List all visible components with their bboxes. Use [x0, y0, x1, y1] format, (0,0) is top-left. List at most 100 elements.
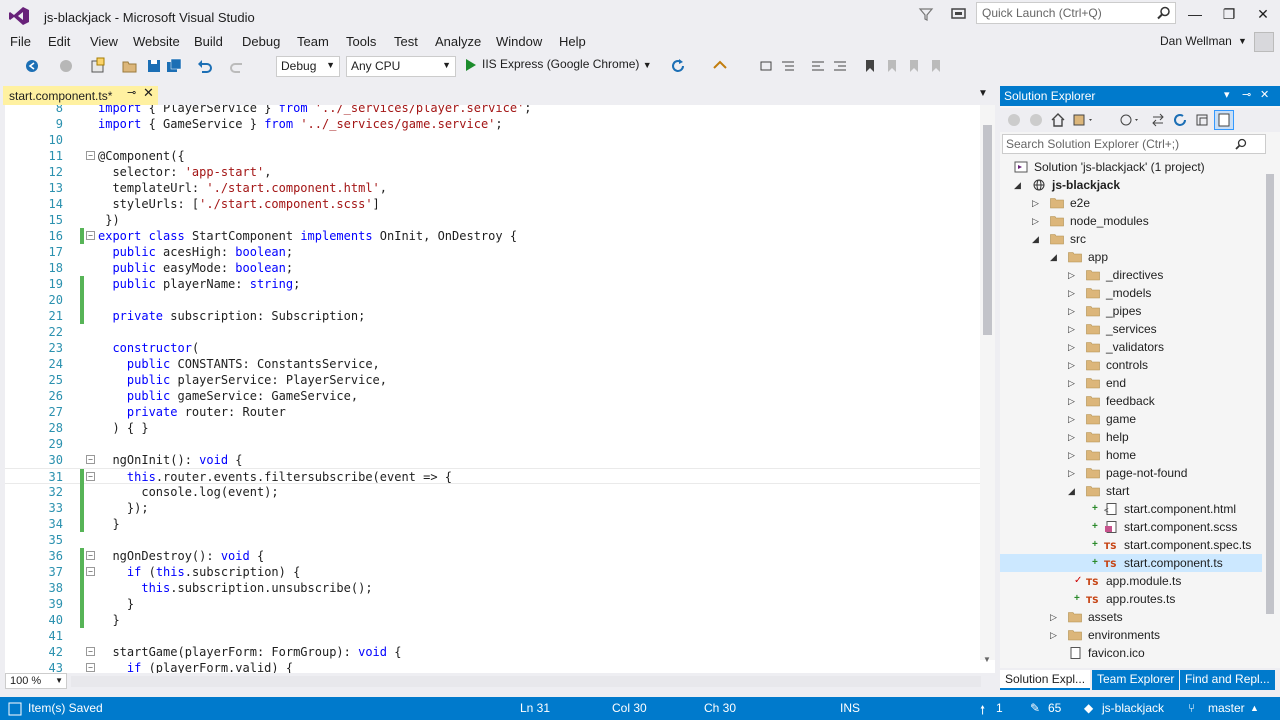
- maximize-button[interactable]: ❐: [1214, 4, 1244, 24]
- code-line[interactable]: 22: [5, 324, 980, 340]
- collapse-icon[interactable]: −: [86, 663, 95, 672]
- collapse-icon[interactable]: −: [86, 647, 95, 656]
- bookmark-prev-icon[interactable]: [884, 56, 900, 76]
- switch-views-icon[interactable]: [1072, 112, 1096, 128]
- expand-arrow-icon[interactable]: ▷: [1050, 608, 1060, 626]
- pending-changes-count[interactable]: 65: [1048, 701, 1061, 715]
- forward-icon[interactable]: [58, 56, 74, 76]
- menu-help[interactable]: Help: [559, 34, 586, 49]
- code-line[interactable]: 39 }: [5, 596, 980, 612]
- expand-arrow-icon[interactable]: ▷: [1032, 194, 1042, 212]
- pencil-icon[interactable]: ✎: [1030, 701, 1040, 715]
- menu-edit[interactable]: Edit: [48, 34, 70, 49]
- tree-item[interactable]: ▷ home: [1000, 446, 1262, 464]
- code-line[interactable]: 36 − ngOnDestroy(): void {: [5, 548, 980, 564]
- insert-mode[interactable]: INS: [840, 701, 860, 715]
- tree-item[interactable]: ▷ assets: [1000, 608, 1262, 626]
- collapse-icon[interactable]: −: [86, 455, 95, 464]
- code-line[interactable]: 18 public easyMode: boolean;: [5, 260, 980, 276]
- step-icon[interactable]: [758, 56, 774, 76]
- chevron-down-icon[interactable]: ▼: [1238, 36, 1247, 46]
- undo-icon[interactable]: [196, 56, 212, 76]
- publish-up-arrow-icon[interactable]: 🠕: [980, 701, 985, 720]
- editor-vertical-scrollbar[interactable]: ⇳ ▼: [980, 105, 995, 664]
- code-line[interactable]: 32 console.log(event);: [5, 484, 980, 500]
- code-line[interactable]: 35: [5, 532, 980, 548]
- tree-item[interactable]: + < start.component.html: [1000, 500, 1262, 518]
- collapse-icon[interactable]: −: [86, 151, 95, 160]
- bookmark-icon[interactable]: [862, 56, 878, 76]
- tree-item[interactable]: ▷ page-not-found: [1000, 464, 1262, 482]
- expand-arrow-icon[interactable]: ▷: [1068, 428, 1078, 446]
- code-line[interactable]: 43 − if (playerForm.valid) {: [5, 660, 980, 673]
- new-project-icon[interactable]: [90, 56, 106, 76]
- menu-website[interactable]: Website: [133, 34, 180, 49]
- tree-item[interactable]: ▷ controls: [1000, 356, 1262, 374]
- expand-arrow-icon[interactable]: ▷: [1068, 410, 1078, 428]
- collapse-icon[interactable]: −: [86, 567, 95, 576]
- tree-item[interactable]: + TS app.routes.ts: [1000, 590, 1262, 608]
- close-icon[interactable]: ✕: [1260, 88, 1269, 101]
- tree-item[interactable]: ▷ e2e: [1000, 194, 1262, 212]
- bookmark-clear-icon[interactable]: [928, 56, 944, 76]
- open-file-icon[interactable]: [122, 56, 138, 76]
- collapse-all-icon[interactable]: [1194, 112, 1210, 128]
- tree-item[interactable]: ▷ _services: [1000, 320, 1262, 338]
- tree-item[interactable]: ▷ environments: [1000, 626, 1262, 644]
- branch-icon[interactable]: ⑂: [1188, 701, 1195, 715]
- expand-arrow-icon[interactable]: ▷: [1068, 392, 1078, 410]
- tree-item[interactable]: ▷ end: [1000, 374, 1262, 392]
- expand-arrow-icon[interactable]: ▷: [1068, 320, 1078, 338]
- code-line[interactable]: 10: [5, 132, 980, 148]
- editor-horizontal-scrollbar[interactable]: [71, 676, 981, 687]
- tree-item[interactable]: ▷ feedback: [1000, 392, 1262, 410]
- expand-arrow-icon[interactable]: ▷: [1068, 266, 1078, 284]
- collapse-arrow-icon[interactable]: ◢: [1032, 230, 1042, 248]
- tree-item[interactable]: ▷ node_modules: [1000, 212, 1262, 230]
- menu-test[interactable]: Test: [394, 34, 418, 49]
- menu-tools[interactable]: Tools: [346, 34, 376, 49]
- back-icon[interactable]: [24, 56, 40, 76]
- pin-icon[interactable]: ⊸: [127, 86, 136, 99]
- code-line[interactable]: 23 constructor(: [5, 340, 980, 356]
- collapse-icon[interactable]: −: [86, 472, 95, 481]
- tree-item[interactable]: ▷ _pipes: [1000, 302, 1262, 320]
- tree-item[interactable]: + TS start.component.ts: [1000, 554, 1262, 572]
- forward-icon[interactable]: [1028, 112, 1044, 128]
- scrollbar-thumb[interactable]: [1266, 174, 1274, 614]
- tree-item[interactable]: favicon.ico: [1000, 644, 1262, 662]
- collapse-icon[interactable]: −: [86, 231, 95, 240]
- tab-solution-explorer[interactable]: Solution Expl...: [1000, 670, 1091, 690]
- code-editor[interactable]: 8 import { PlayerService } from '../_serv…: [5, 105, 995, 673]
- code-line[interactable]: 24 public CONSTANTS: ConstantsService,: [5, 356, 980, 372]
- repository-name[interactable]: js-blackjack: [1102, 701, 1164, 715]
- tree-item[interactable]: Solution 'js-blackjack' (1 project): [1000, 158, 1262, 176]
- code-line[interactable]: 38 this.subscription.unsubscribe();: [5, 580, 980, 596]
- code-line[interactable]: 16 − export class StartComponent implement…: [5, 228, 980, 244]
- platform-select[interactable]: Any CPU ▼: [346, 56, 456, 77]
- user-name[interactable]: Dan Wellman: [1160, 34, 1232, 48]
- filter-icon[interactable]: [918, 6, 934, 22]
- tree-item[interactable]: ◢ src: [1000, 230, 1262, 248]
- scrollbar-thumb[interactable]: [983, 125, 992, 335]
- close-button[interactable]: ✕: [1248, 4, 1278, 24]
- tree-item[interactable]: + start.component.scss: [1000, 518, 1262, 536]
- configuration-select[interactable]: Debug ▼: [276, 56, 340, 77]
- browser-link-icon[interactable]: [712, 56, 728, 76]
- code-line[interactable]: 11 − @Component({: [5, 148, 980, 164]
- repo-icon[interactable]: ◆: [1084, 701, 1093, 715]
- redo-icon[interactable]: [230, 56, 246, 76]
- tab-overflow-icon[interactable]: ▼: [978, 88, 988, 99]
- code-line[interactable]: 13 templateUrl: './start.component.html'…: [5, 180, 980, 196]
- collapse-arrow-icon[interactable]: ◢: [1014, 176, 1024, 194]
- code-line[interactable]: 31 − this.router.events.filtersubscribe(e…: [5, 468, 980, 485]
- tree-item[interactable]: ▷ game: [1000, 410, 1262, 428]
- start-debugging-button[interactable]: IIS Express (Google Chrome) ▼: [464, 57, 652, 75]
- show-all-files-icon[interactable]: [1214, 110, 1234, 130]
- back-icon[interactable]: [1006, 112, 1022, 128]
- menu-debug[interactable]: Debug: [242, 34, 280, 49]
- menu-window[interactable]: Window: [496, 34, 542, 49]
- code-line[interactable]: 14 styleUrls: ['./start.component.scss']: [5, 196, 980, 212]
- code-line[interactable]: 42 − startGame(playerForm: FormGroup): vo…: [5, 644, 980, 660]
- code-line[interactable]: 41: [5, 628, 980, 644]
